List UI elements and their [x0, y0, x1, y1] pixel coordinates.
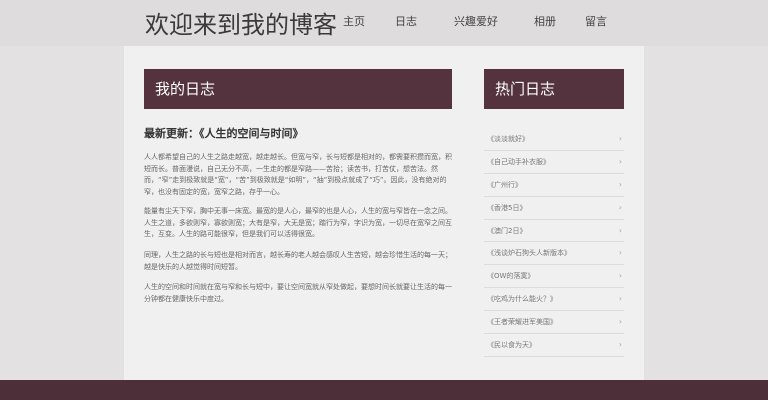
popular-post-title: 《广州行》 [487, 180, 522, 189]
chevron-right-icon: › [618, 134, 622, 143]
popular-post-title: 《吃鸡为什么能火？》 [487, 295, 557, 304]
popular-post-title: 《自己动手补衣服》 [487, 157, 550, 166]
chevron-right-icon: › [618, 202, 622, 212]
chevron-right-icon: › [618, 294, 622, 304]
popular-post-item[interactable]: 《广州行》 › [484, 174, 624, 197]
popular-post-title: 《民以食为天》 [487, 341, 536, 350]
chevron-right-icon: › [618, 271, 622, 281]
popular-post-title: 《淡淡就好》 [487, 135, 529, 143]
popular-post-title: 《浅谈炉石狗头人新版本》 [487, 249, 571, 258]
post-paragraph: 同理，人生之路的长与短也是相对而言，越长寿的老人越会感叹人生苦短，越会珍惜生活的… [144, 251, 452, 271]
popular-post-item[interactable]: 《香港5日》 › [484, 197, 624, 220]
nav-item-guestbook[interactable]: 留言 [585, 13, 607, 31]
post-paragraph: 能量有尘天下窄，胸中无事一床宽。最宽的是人心，最窄的也是人心，人生的宽与窄皆在一… [144, 207, 452, 238]
popular-post-title: 《香港5日》 [487, 203, 527, 212]
popular-post-item[interactable]: 《澳门2日》 › [484, 220, 624, 243]
main-section-heading: 我的日志 [144, 69, 452, 109]
post-paragraph: 人人都希望自己的人生之路走越宽，越走越长。但宽与窄，长与短都是相对的，都需要积攒… [144, 153, 452, 196]
chevron-right-icon: › [618, 248, 622, 258]
chevron-right-icon: › [618, 156, 622, 166]
popular-post-item[interactable]: 《吃鸡为什么能火？》 › [484, 288, 624, 312]
nav-item-hobbies[interactable]: 兴趣爱好 [454, 13, 498, 31]
chevron-right-icon: › [618, 179, 622, 189]
popular-post-title: 《澳门2日》 [487, 226, 527, 235]
popular-post-title: 《王者荣耀进军美国》 [487, 318, 557, 327]
popular-post-item[interactable]: 《浅谈炉石狗头人新版本》 › [484, 242, 624, 266]
chevron-right-icon: › [618, 225, 622, 235]
nav-item-album[interactable]: 相册 [534, 13, 556, 31]
popular-post-item[interactable]: 《淡淡就好》 › [484, 128, 624, 151]
nav-item-journal[interactable]: 日志 [395, 13, 417, 31]
popular-post-item[interactable]: 《OW的落寞》 › [484, 265, 624, 289]
popular-post-title: 《OW的落寞》 [487, 272, 535, 281]
nav-item-home[interactable]: 主页 [343, 13, 365, 31]
chevron-right-icon: › [618, 317, 622, 327]
main-nav: 主页 日志 兴趣爱好 相册 留言 [0, 13, 768, 31]
post-paragraph: 人生的空间和时间就在宽与窄和长与短中，要让空间宽就从窄处做起，要想时间长就要让生… [144, 283, 452, 303]
site-footer [0, 380, 768, 400]
sidebar-heading: 热门日志 [484, 69, 624, 109]
popular-post-item[interactable]: 《王者荣耀进军美国》 › [484, 311, 624, 335]
chevron-right-icon: › [618, 340, 622, 350]
popular-post-item[interactable]: 《民以食为天》 › [484, 334, 624, 357]
post-title[interactable]: 最新更新：《人生的空间与时间》 [144, 126, 454, 142]
popular-posts-list: 《淡淡就好》 › 《自己动手补衣服》 › 《广州行》 › 《香港5日》 › 《澳门2日》… [484, 128, 624, 357]
popular-post-item[interactable]: 《自己动手补衣服》 › [484, 151, 624, 174]
